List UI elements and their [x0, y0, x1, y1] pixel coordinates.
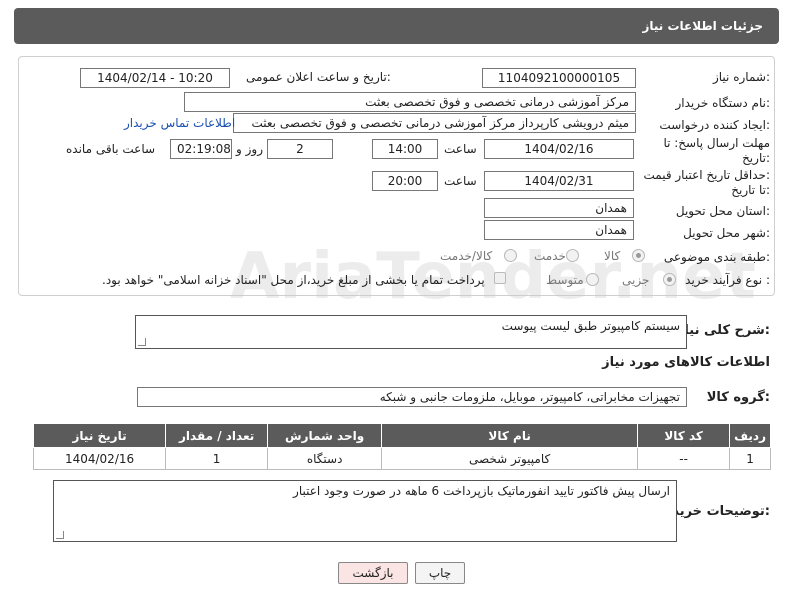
- col-unit: واحد شمارش: [267, 423, 383, 448]
- min-validity-label: حداقل تاریخ اعتبار قیمت:: [643, 168, 770, 182]
- buyer-org-field: مرکز آموزشی درمانی تخصصی و فوق تخصصی بعث…: [184, 92, 636, 112]
- col-name: نام کالا: [381, 423, 639, 448]
- process-minor-radio[interactable]: [663, 273, 676, 286]
- min-validity-time-field: 20:00: [372, 171, 438, 191]
- deadline-label-date: تاریخ:: [742, 151, 770, 165]
- goods-group-field: تجهیزات مخابراتی، کامپیوتر، موبایل، ملزو…: [137, 387, 687, 407]
- goods-group-label: گروه کالا:: [706, 390, 770, 405]
- city-field: همدان: [484, 220, 634, 240]
- time-remaining-label: ساعت باقی مانده: [66, 142, 156, 156]
- deadline-time-label: ساعت: [444, 142, 477, 156]
- description-label: شرح کلی نیاز:: [676, 323, 770, 338]
- buyer-notes-text: ارسال پیش فاکتور تایید انفورماتیک بازپرد…: [293, 484, 670, 498]
- resize-handle-icon[interactable]: [56, 531, 64, 539]
- deadline-date-field: 1404/02/16: [484, 139, 634, 159]
- category-service-radio[interactable]: [566, 249, 579, 262]
- city-label: شهر محل تحویل:: [683, 226, 770, 240]
- province-field: همدان: [484, 198, 634, 218]
- min-validity-label-date: تا تاریخ:: [731, 183, 770, 197]
- buyer-org-label: نام دستگاه خریدار:: [675, 96, 771, 110]
- cell-code: --: [637, 447, 731, 470]
- category-label: طبقه بندی موضوعی:: [663, 250, 770, 264]
- days-label: روز و: [236, 142, 263, 156]
- category-both-radio[interactable]: [504, 249, 517, 262]
- cell-need-date: 1404/02/16: [32, 447, 167, 470]
- buyer-notes-textarea[interactable]: ارسال پیش فاکتور تایید انفورماتیک بازپرد…: [53, 480, 677, 542]
- col-row: ردیف: [729, 423, 771, 448]
- process-medium-label: متوسط: [546, 273, 584, 287]
- page-title: جزئیات اطلاعات نیاز: [642, 19, 763, 33]
- page-header: جزئیات اطلاعات نیاز: [14, 8, 779, 44]
- category-both-label: کالا/خدمت: [440, 249, 493, 263]
- resize-handle-icon[interactable]: [138, 338, 146, 346]
- announce-label: تاریخ و ساعت اعلان عمومی:: [246, 70, 391, 84]
- contact-buyer-link[interactable]: اطلاعات تماس خریدار: [124, 116, 235, 130]
- table-header-row: ردیف کد کالا نام کالا واحد شمارش تعداد /…: [32, 423, 771, 448]
- treasury-payment-note: پرداخت تمام یا بخشی از مبلغ خرید،از محل …: [102, 273, 485, 287]
- print-button[interactable]: چاپ: [415, 562, 465, 584]
- need-number-label: شماره نیاز:: [712, 70, 770, 84]
- category-goods-radio[interactable]: [632, 249, 645, 262]
- table-row: 1 -- کامپیوتر شخصی دستگاه 1 1404/02/16: [32, 447, 771, 470]
- province-label: استان محل تحویل:: [675, 204, 770, 218]
- description-text: سیستم کامپیوتر طبق لیست پیوست: [501, 319, 680, 333]
- deadline-time-field: 14:00: [372, 139, 438, 159]
- cell-unit: دستگاه: [267, 447, 383, 470]
- process-minor-label: جزیی: [622, 273, 650, 287]
- col-quantity: تعداد / مقدار: [165, 423, 269, 448]
- goods-table: ردیف کد کالا نام کالا واحد شمارش تعداد /…: [32, 423, 771, 470]
- treasury-payment-checkbox[interactable]: [494, 272, 506, 284]
- days-remaining-field: 2: [267, 139, 333, 159]
- cell-name: کامپیوتر شخصی: [381, 447, 639, 470]
- process-label: نوع فرآیند خرید :: [685, 273, 770, 287]
- category-service-label: خدمت: [534, 249, 566, 263]
- creator-field: میثم درویشی کارپرداز مرکز آموزشی درمانی …: [233, 113, 636, 133]
- category-goods-label: کالا: [604, 249, 621, 263]
- creator-label: ایجاد کننده درخواست:: [659, 118, 770, 132]
- goods-section-title: اطلاعات کالاهای مورد نیاز: [602, 355, 770, 370]
- process-medium-radio[interactable]: [586, 273, 599, 286]
- time-remaining-field: 02:19:08: [170, 139, 232, 159]
- col-need-date: تاریخ نیاز: [32, 423, 167, 448]
- announce-datetime-field: 1404/02/14 - 10:20: [80, 68, 230, 88]
- cell-quantity: 1: [165, 447, 269, 470]
- min-validity-time-label: ساعت: [444, 174, 477, 188]
- back-button[interactable]: بازگشت: [338, 562, 408, 584]
- cell-row: 1: [729, 447, 771, 470]
- col-code: کد کالا: [637, 423, 731, 448]
- deadline-label: مهلت ارسال پاسخ: تا: [663, 136, 770, 150]
- description-textarea[interactable]: سیستم کامپیوتر طبق لیست پیوست: [135, 315, 687, 349]
- min-validity-date-field: 1404/02/31: [484, 171, 634, 191]
- need-number-field: 1104092100000105: [482, 68, 636, 88]
